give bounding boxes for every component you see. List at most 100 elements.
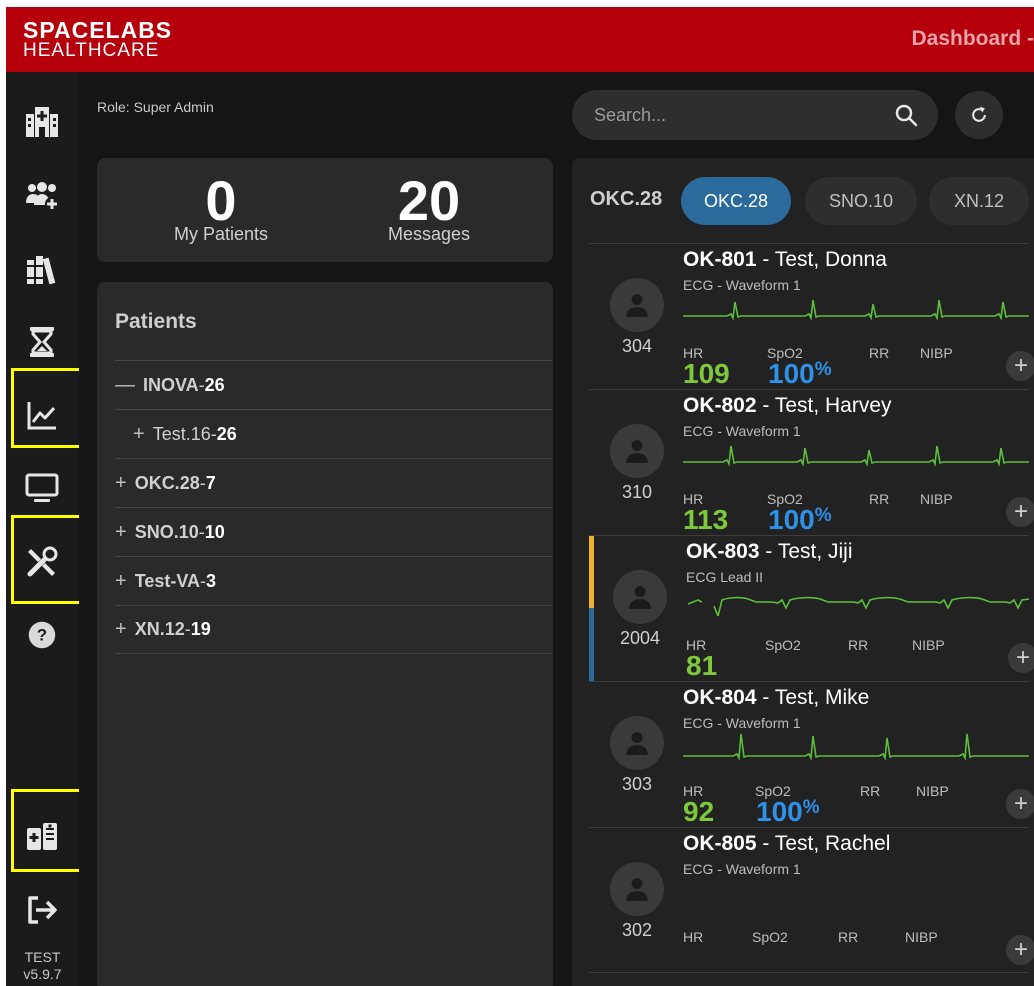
hr-value: 113 — [683, 504, 729, 535]
hr-label: HR — [683, 929, 704, 945]
patients-card: Patients — INOVA - 26 + Test.16 - 26 + O… — [97, 282, 553, 986]
tree-row-sno10[interactable]: + SNO.10 - 10 — [115, 507, 552, 556]
stats-card: 0 My Patients 20 Messages — [97, 158, 553, 262]
user-icon — [629, 586, 651, 609]
ecg-waveform — [683, 733, 1029, 761]
nibp-label: NIBP — [905, 929, 938, 945]
logout-icon — [28, 896, 57, 924]
tree-row-okc28[interactable]: + OKC.28 - 7 — [115, 458, 552, 507]
messages-count: 20 — [397, 169, 461, 232]
waveform-label: ECG - Waveform 1 — [683, 423, 801, 439]
main-content: Role: Super Admin 0 My Patients 20 Messa… — [79, 72, 1034, 986]
patient-tile[interactable]: 310 OK-802 - Test, Harvey ECG - Waveform… — [589, 389, 1034, 535]
spo2-value: 100% — [768, 504, 832, 535]
tree-row-test-va[interactable]: + Test-VA - 3 — [115, 556, 552, 605]
waveform-label: ECG Lead II — [686, 569, 764, 585]
sidebar-item-facilities[interactable] — [6, 92, 78, 152]
sidebar-item-help[interactable]: ? — [6, 605, 78, 665]
hourglass-icon — [30, 327, 54, 357]
room-number: 303 — [621, 774, 653, 794]
patient-name: OK-802 - Test, Harvey — [683, 394, 892, 417]
add-button[interactable]: + — [1006, 351, 1034, 381]
nibp-label: NIBP — [916, 783, 949, 799]
refresh-button[interactable] — [955, 91, 1003, 139]
expand-icon[interactable]: + — [115, 472, 127, 495]
tree-row-inova[interactable]: — INOVA - 26 — [115, 360, 552, 409]
expand-icon[interactable]: + — [115, 521, 127, 544]
user-icon — [626, 294, 648, 317]
user-icon — [626, 440, 648, 463]
sidebar-item-users[interactable] — [6, 166, 78, 226]
highlight-box-devices — [11, 789, 87, 872]
highlight-box-tools — [11, 515, 87, 604]
patient-tile[interactable]: 304 OK-801 - Test, Donna ECG - Waveform … — [589, 243, 1034, 389]
help-icon: ? — [28, 621, 56, 649]
ecg-waveform — [683, 299, 1029, 321]
monitor-icon — [25, 473, 59, 502]
expand-icon[interactable]: + — [133, 423, 145, 446]
hr-value: 81 — [686, 650, 718, 681]
my-patients-count: 0 — [205, 169, 237, 232]
refresh-icon — [972, 106, 986, 122]
app-window: SPACELABS HEALTHCARE Dashboard - ? TEST … — [6, 7, 1034, 986]
spo2-label: SpO2 — [752, 929, 788, 945]
patient-name: OK-801 - Test, Donna — [683, 248, 887, 271]
unit-panel: OKC.28 OKC.28 SNO.10 XN.12 304 OK-801 - … — [572, 158, 1034, 986]
patient-name: OK-803 - Test, Jiji — [686, 540, 853, 563]
avatar — [610, 278, 664, 332]
add-button[interactable]: + — [1006, 497, 1034, 527]
rr-label: RR — [860, 783, 881, 799]
search-input[interactable] — [572, 90, 938, 140]
room-number: 310 — [621, 482, 653, 502]
nibp-label: NIBP — [920, 491, 953, 507]
waveform-label: ECG - Waveform 1 — [683, 277, 801, 293]
current-unit-label: OKC.28 — [590, 188, 663, 210]
environment-label: TEST — [24, 949, 61, 965]
tab-sno10[interactable]: SNO.10 — [805, 177, 917, 225]
rr-label: RR — [869, 491, 890, 507]
alert-indicator-yellow — [589, 536, 594, 608]
patient-tile[interactable]: 302 OK-805 - Test, Rachel ECG - Waveform… — [589, 827, 1034, 973]
svg-text:?: ? — [37, 625, 47, 644]
messages-label[interactable]: Messages — [369, 224, 489, 245]
patient-tile[interactable]: 303 OK-804 - Test, Mike ECG - Waveform 1… — [589, 681, 1034, 827]
my-patients-label[interactable]: My Patients — [161, 224, 281, 245]
patient-tile[interactable]: 2004 OK-803 - Test, Jiji ECG Lead II HR … — [589, 535, 1034, 682]
sidebar-item-history[interactable] — [6, 312, 78, 372]
library-icon — [27, 256, 56, 285]
waveform-label: ECG - Waveform 1 — [683, 715, 801, 731]
expand-icon[interactable]: + — [115, 570, 127, 593]
tree-row-test16[interactable]: + Test.16 - 26 — [115, 409, 552, 458]
search-icon[interactable] — [894, 103, 918, 127]
ecg-waveform — [687, 596, 1029, 616]
role-label: Role: Super Admin — [97, 99, 214, 115]
page-title: Dashboard - — [911, 27, 1034, 50]
brand-logo-line1: SPACELABS — [23, 17, 173, 43]
sidebar-item-monitor[interactable] — [6, 458, 78, 518]
avatar — [610, 424, 664, 478]
expand-icon[interactable]: + — [115, 618, 127, 641]
nibp-label: NIBP — [920, 345, 953, 361]
avatar — [610, 716, 664, 770]
brand-logo-line2: HEALTHCARE — [23, 40, 160, 61]
tab-xn12[interactable]: XN.12 — [929, 177, 1029, 225]
search-area — [572, 90, 938, 140]
tab-okc28[interactable]: OKC.28 — [681, 177, 791, 225]
avatar — [610, 862, 664, 916]
tree-row-xn12[interactable]: + XN.12 - 19 — [115, 605, 552, 654]
patient-name: OK-805 - Test, Rachel — [683, 832, 891, 855]
rr-label: RR — [838, 929, 859, 945]
sidebar-item-library[interactable] — [6, 239, 78, 299]
spo2-value: 100% — [756, 796, 820, 827]
patient-name: OK-804 - Test, Mike — [683, 686, 870, 709]
ecg-waveform — [683, 445, 1029, 467]
add-button[interactable]: + — [1006, 935, 1034, 965]
add-button[interactable]: + — [1006, 789, 1034, 819]
hr-value: 109 — [683, 358, 730, 389]
sidebar-item-logout[interactable] — [6, 880, 78, 940]
add-button[interactable]: + — [1008, 643, 1034, 673]
avatar — [613, 570, 667, 624]
collapse-icon[interactable]: — — [115, 374, 135, 397]
waveform-label: ECG - Waveform 1 — [683, 861, 801, 877]
patients-title: Patients — [115, 310, 197, 333]
